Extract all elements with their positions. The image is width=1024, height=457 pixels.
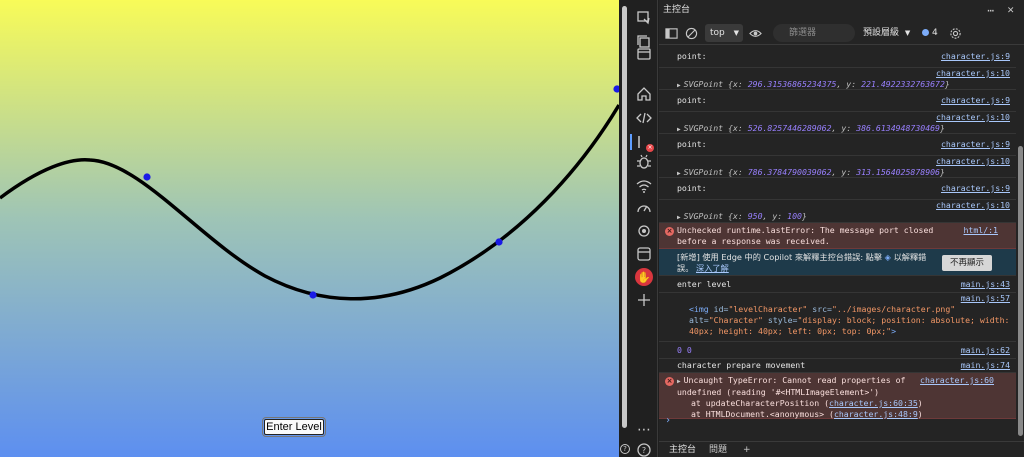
source-link[interactable]: character.js:9 (941, 95, 1010, 106)
devtools-activity-bar: × ✋ ⋯ ? (630, 0, 658, 457)
help-icon[interactable]: ? (620, 444, 630, 454)
bug-icon[interactable] (634, 152, 654, 172)
page-viewport: Enter Level (0, 0, 619, 457)
performance-gauge-icon[interactable] (634, 198, 654, 218)
console-toolbar: top ▼ 篩選器 預設層級 ▼ 4 (659, 21, 1024, 45)
log-entry: point: character.js:9 (659, 134, 1016, 156)
source-link[interactable]: character.js:9 (941, 139, 1010, 150)
devtools-panel: 主控台 ⋯ ✕ top ▼ 篩選器 預設層級 ▼ 4 point: charac… (659, 0, 1024, 457)
context-value: top (710, 28, 725, 38)
filter-placeholder: 篩選器 (789, 28, 817, 38)
elements-code-icon[interactable] (634, 108, 654, 128)
more-options-icon[interactable]: ⋯ (987, 4, 994, 17)
error-icon: × (665, 227, 674, 236)
log-entry: point: character.js:9 (659, 178, 1016, 200)
close-icon[interactable]: ✕ (1007, 3, 1014, 16)
clear-console-icon[interactable] (683, 25, 699, 41)
sidebar-toggle-icon[interactable] (663, 25, 679, 41)
issues-count: 4 (932, 28, 938, 38)
log-entry: character.js:10 ▶ SVGPoint {x: 786.378479… (659, 156, 1016, 178)
learn-more-link[interactable]: 深入了解 (696, 263, 729, 273)
expand-triangle-icon[interactable]: ▶ (677, 82, 681, 89)
log-entry: point: character.js:9 (659, 46, 1016, 68)
log-level-value: 預設層級 (863, 28, 900, 38)
expand-triangle-icon[interactable]: ▶ (677, 170, 681, 177)
source-link[interactable]: character.js:9 (941, 51, 1010, 62)
source-link[interactable]: character.js:10 (936, 112, 1010, 123)
home-icon[interactable] (634, 84, 654, 104)
svg-text:?: ? (642, 446, 646, 455)
memory-chip-icon[interactable] (634, 221, 654, 241)
stack-frame: at updateCharacterPosition (character.js… (691, 398, 923, 408)
source-link[interactable]: character.js:10 (936, 156, 1010, 167)
console-scrollbar[interactable] (1018, 146, 1023, 436)
chevron-down-icon: ▼ (733, 29, 739, 37)
enter-level-button[interactable]: Enter Level (262, 417, 326, 437)
source-link[interactable]: main.js:43 (961, 279, 1010, 290)
log-entry: 0 0 main.js:62 (659, 342, 1016, 359)
runtime-error-entry: × Unchecked runtime.lastError: The messa… (659, 223, 1016, 249)
path-point[interactable] (143, 173, 151, 181)
error-text: Unchecked runtime.lastError: The message… (677, 225, 934, 246)
devtools-splitter[interactable]: ? (619, 0, 630, 457)
source-link[interactable]: character.js:10 (936, 200, 1010, 211)
network-wifi-icon[interactable] (634, 176, 654, 196)
drawer-tabs: 主控台 問題 + (659, 441, 1024, 457)
filter-input[interactable]: 篩選器 (773, 24, 855, 42)
hand-stop-icon[interactable]: ✋ (634, 267, 654, 287)
log-entry: character.js:10 ▶ SVGPoint {x: 296.315368… (659, 68, 1016, 90)
path-point[interactable] (309, 291, 317, 299)
help-question-icon[interactable]: ? (634, 440, 654, 457)
source-link[interactable]: main.js:57 (961, 293, 1010, 304)
console-messages: point: character.js:9 character.js:10 ▶ S… (659, 46, 1016, 440)
level-path-curve (0, 104, 619, 301)
panel-title: 主控台 (663, 5, 691, 15)
dont-show-again-button[interactable]: 不再顯示 (941, 255, 992, 271)
log-entry: enter level main.js:43 (659, 276, 1016, 293)
copilot-text: [新增] 使用 Edge 中的 Copilot 來解釋主控台錯誤: 點擊 ◈ 以… (677, 252, 927, 273)
log-entry: character.js:10 ▶ SVGPoint {x: 950, y: 10… (659, 200, 1016, 223)
copilot-icon[interactable]: ◈ (885, 252, 891, 262)
issues-counter[interactable]: 4 (922, 24, 938, 42)
window-icon[interactable] (634, 44, 654, 64)
expand-triangle-icon[interactable]: ▶ (677, 214, 681, 221)
tab-console[interactable]: 主控台 (665, 442, 700, 457)
expand-triangle-icon[interactable]: ▶ (677, 378, 681, 385)
error-text[interactable]: ▶ Uncaught TypeError: Cannot read propert… (677, 375, 946, 398)
splitter-handle[interactable] (622, 6, 627, 428)
stack-link[interactable]: character.js:60:35 (829, 398, 918, 408)
copilot-info-entry: [新增] 使用 Edge 中的 Copilot 來解釋主控台錯誤: 點擊 ◈ 以… (659, 249, 1016, 276)
source-link[interactable]: main.js:74 (961, 360, 1010, 371)
tab-issues[interactable]: 問題 (705, 442, 731, 457)
prompt-chevron-icon: › (665, 415, 672, 426)
log-entry: character.js:10 ▶ SVGPoint {x: 526.825744… (659, 112, 1016, 134)
context-select[interactable]: top ▼ (705, 24, 743, 42)
element-log-entry: main.js:57 <img id="levelCharacter" src=… (659, 293, 1016, 342)
error-icon: × (665, 377, 674, 386)
device-emulation-icon[interactable] (634, 8, 654, 28)
console-icon[interactable]: × (630, 132, 654, 152)
source-link[interactable]: character.js:60 (920, 375, 994, 386)
add-tool-icon[interactable] (634, 290, 654, 310)
browser-window: Enter Level ? × ✋ ⋯ ? 主控台 ⋯ ✕ top ▼ 篩選器 … (0, 0, 1024, 457)
level-path-svg (0, 85, 619, 301)
log-level-select[interactable]: 預設層級 ▼ (863, 24, 910, 42)
more-tools-icon[interactable]: ⋯ (634, 420, 654, 440)
error-badge-icon: × (646, 144, 654, 152)
expand-triangle-icon[interactable]: ▶ (677, 126, 681, 133)
path-point[interactable] (495, 238, 503, 246)
add-tab-icon[interactable]: + (739, 442, 755, 457)
settings-gear-icon[interactable] (947, 25, 963, 41)
log-entry: point: character.js:9 (659, 90, 1016, 112)
chevron-down-icon: ▼ (904, 29, 911, 37)
application-icon[interactable] (634, 244, 654, 264)
source-link[interactable]: main.js:62 (961, 345, 1010, 356)
info-dot-icon (922, 29, 929, 36)
live-expression-eye-icon[interactable] (747, 25, 763, 41)
source-link[interactable]: character.js:10 (936, 68, 1010, 79)
log-entry: character prepare movement main.js:74 (659, 359, 1016, 373)
console-input[interactable]: › (659, 412, 1016, 430)
source-link[interactable]: character.js:9 (941, 183, 1010, 194)
source-link[interactable]: html/:1 (963, 225, 998, 236)
